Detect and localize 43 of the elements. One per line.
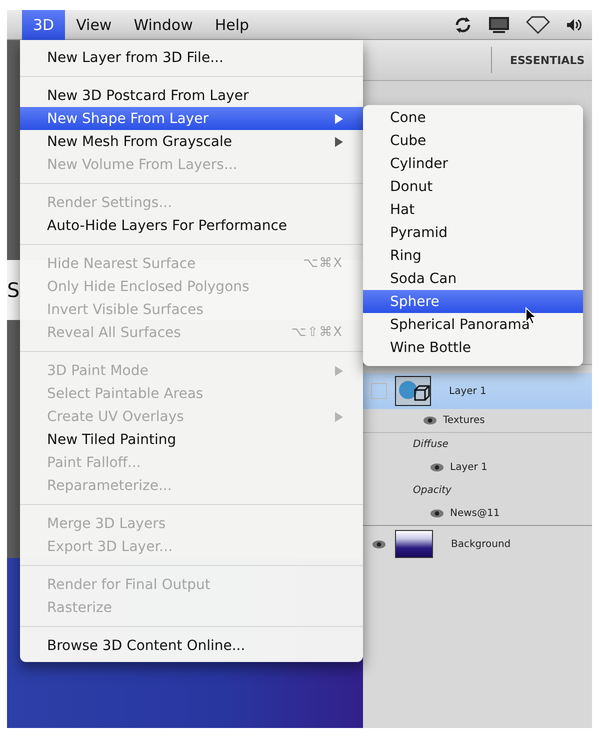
menu-item[interactable]: Auto-Hide Layers For Performance xyxy=(20,214,363,237)
menu-item[interactable]: New 3D Postcard From Layer xyxy=(20,84,363,107)
panel-heading: S xyxy=(7,278,20,302)
shortcut-label: ⌥⌘X xyxy=(303,256,343,271)
layer-row[interactable]: Layer 1 xyxy=(363,373,592,409)
menu-item[interactable]: Spherical Panorama xyxy=(363,313,583,336)
menu-item[interactable]: New Mesh From Grayscale xyxy=(20,130,363,153)
menu-item[interactable]: Cube xyxy=(363,129,583,152)
workspace-label[interactable]: ESSENTIALS xyxy=(510,54,585,66)
menu-bar-item[interactable]: View xyxy=(65,10,123,40)
menu-item[interactable]: Wine Bottle xyxy=(363,336,583,359)
menu-item[interactable]: Hat xyxy=(363,198,583,221)
display-icon[interactable] xyxy=(488,16,510,34)
eye-icon[interactable] xyxy=(430,509,444,518)
menu-item[interactable]: New Layer from 3D File... xyxy=(20,46,363,69)
menu-item[interactable]: New Tiled Painting xyxy=(20,428,363,451)
texture-name[interactable]: Layer 1 xyxy=(450,462,488,473)
menu-item[interactable]: Cylinder xyxy=(363,152,583,175)
menu-item[interactable]: Ring xyxy=(363,244,583,267)
eye-icon[interactable] xyxy=(423,416,437,425)
layer-thumbnail xyxy=(395,530,433,558)
texture-name[interactable]: News@11 xyxy=(450,508,500,519)
sync-icon[interactable] xyxy=(454,16,472,34)
menu-bar-item[interactable]: Help xyxy=(204,10,260,40)
layer-thumbnail xyxy=(395,376,431,406)
menu-item[interactable]: Sphere xyxy=(363,290,583,313)
menu-item[interactable]: Pyramid xyxy=(363,221,583,244)
menu-item[interactable]: Browse 3D Content Online... xyxy=(20,634,363,657)
eye-icon[interactable] xyxy=(430,463,444,472)
shortcut-label: ⌥⇧⌘X xyxy=(291,325,343,340)
speaker-icon[interactable] xyxy=(566,18,582,32)
wifi-icon[interactable] xyxy=(526,16,550,34)
eye-icon[interactable] xyxy=(372,540,386,548)
layer-row[interactable]: Background xyxy=(363,525,592,562)
menu-item[interactable]: Donut xyxy=(363,175,583,198)
menu-item[interactable]: Cone xyxy=(363,106,583,129)
menu-bar-item[interactable]: Window xyxy=(122,10,204,40)
menu-bar-item[interactable]: 3D xyxy=(22,10,66,40)
texture-group-label[interactable]: Textures xyxy=(443,415,485,426)
menu-item[interactable]: Soda Can xyxy=(363,267,583,290)
menu-item[interactable]: New Shape From Layer xyxy=(20,107,363,130)
texture-type-label: Opacity xyxy=(413,485,452,496)
texture-type-label: Diffuse xyxy=(413,439,448,450)
